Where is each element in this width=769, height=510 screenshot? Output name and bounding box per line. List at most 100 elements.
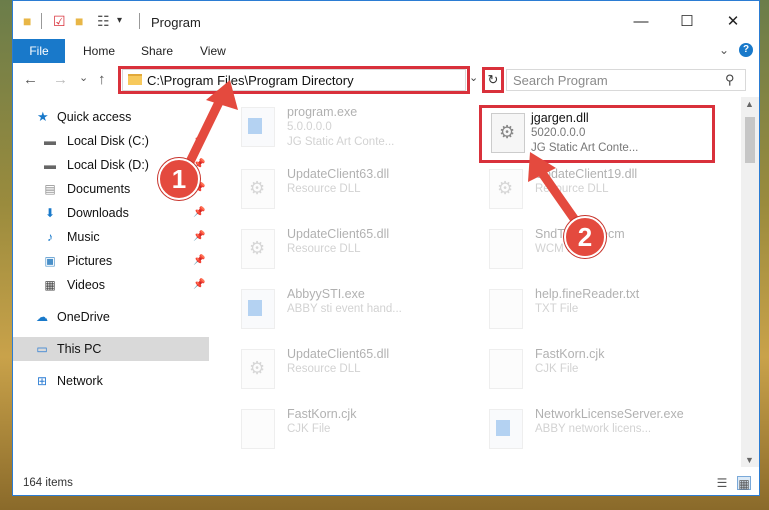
navigation-pane: ★ Quick access ▬ Local Disk (C:) 📌 ▬ Loc… [13,97,209,467]
expand-ribbon-icon[interactable]: ⌄ [719,43,729,57]
pin-icon[interactable]: 📌 [193,207,205,218]
chevron-down-icon[interactable]: ▾ [117,13,122,29]
new-folder-icon[interactable]: ■ [75,13,83,29]
file-name: NetworkLicenseServer.exe [535,407,684,421]
file-detail: 5.0.0.0.0 [287,121,332,133]
list-item[interactable]: UpdateClient19.dll Resource DLL [479,163,719,215]
search-icon[interactable]: ⚲ [725,72,735,88]
help-icon[interactable]: ? [739,43,753,57]
list-item[interactable]: FastKorn.cjk CJK File [479,343,719,395]
file-name: UpdateClient65.dll [287,227,390,241]
file-detail: CJK File [287,423,331,435]
pictures-icon: ▣ [44,254,56,268]
blank-file-icon [241,409,275,449]
search-box[interactable]: ⚲ [506,69,746,91]
search-input[interactable] [513,72,713,88]
chevron-down-icon[interactable]: ⌄ [469,71,478,84]
file-detail: Resource DLL [287,243,361,255]
list-item[interactable]: NetworkLicenseServer.exe ABBY network li… [479,403,719,455]
sidebar-item-label: Local Disk (C:) [67,134,149,148]
file-detail: CJK File [535,363,579,375]
recent-locations-button[interactable]: ⌄ [79,71,88,84]
file-name: program.exe [287,105,358,119]
network-icon: ⊞ [36,374,48,388]
music-icon: ♪ [47,230,53,244]
tab-home[interactable]: Home [83,39,115,63]
scroll-thumb[interactable] [745,117,755,163]
large-icons-view-icon[interactable]: ▦ [737,476,751,491]
onedrive-icon: ☁ [36,310,48,324]
close-button[interactable]: ✕ [713,9,753,35]
sidebar-item-label: This PC [57,342,102,356]
list-item[interactable]: UpdateClient65.dll Resource DLL [231,343,471,395]
properties-icon[interactable]: ☑ [53,13,66,29]
address-highlight-box [118,66,470,94]
minimize-button[interactable]: — [621,9,661,35]
file-name: UpdateClient19.dll [535,167,638,181]
blank-file-icon [489,349,523,389]
pin-icon[interactable]: 📌 [193,279,205,290]
scroll-up-icon[interactable]: ▲ [745,99,754,109]
exe-icon [241,107,275,147]
tab-share[interactable]: Share [141,39,173,63]
title-bar: ■ ☑ ■ ☷ ▾ Program — ☐ ✕ [13,1,759,39]
sidebar-item-label: Music [67,230,100,244]
pc-icon: ▭ [36,342,48,356]
tab-file[interactable]: File [13,39,65,63]
file-name: UpdateClient63.dll [287,167,390,181]
pin-icon[interactable]: 📌 [193,255,205,266]
list-item[interactable]: UpdateClient63.dll Resource DLL [231,163,471,215]
list-item[interactable]: AbbyySTI.exe ABBY sti event hand... [231,283,471,335]
file-detail: ABBY network licens... [535,423,652,435]
pin-icon[interactable]: 📌 [193,231,205,242]
scroll-down-icon[interactable]: ▼ [745,455,754,465]
refresh-button[interactable]: ↻ [482,67,504,93]
list-item[interactable]: FastKorn.cjk CJK File [231,403,471,455]
list-item[interactable]: program.exe 5.0.0.0.0 JG Static Art Cont… [231,101,471,153]
step-badge-1: 1 [158,158,200,200]
sidebar-item-pictures[interactable]: ▣ Pictures 📌 [13,249,209,273]
ribbon: File Home Share View ⌄ ? [13,39,759,64]
file-detail: Resource DLL [535,183,609,195]
sidebar-item-local-disk-c[interactable]: ▬ Local Disk (C:) 📌 [13,129,209,153]
sidebar-item-videos[interactable]: ▦ Videos 📌 [13,273,209,297]
gear-file-icon [241,229,275,269]
sidebar-item-label: OneDrive [57,310,110,324]
list-item[interactable]: help.fineReader.txt TXT File [479,283,719,335]
details-view-icon[interactable]: ☰ [715,476,729,490]
sidebar-item-label: Documents [67,182,131,196]
file-highlight-box [479,105,715,163]
customize-quick-access-icon[interactable]: ☷ [97,13,110,29]
sidebar-item-onedrive[interactable]: ☁ OneDrive [13,305,209,329]
tab-view[interactable]: View [200,39,226,63]
maximize-button[interactable]: ☐ [667,9,707,35]
file-name: FastKorn.cjk [287,407,357,421]
sidebar-item-quick-access[interactable]: ★ Quick access [13,105,209,129]
list-item[interactable]: UpdateClient65.dll Resource DLL [231,223,471,275]
sidebar-item-label: Quick access [57,110,132,124]
pin-icon[interactable]: 📌 [193,135,205,146]
file-detail: Resource DLL [287,363,361,375]
back-button[interactable]: ← [23,71,38,88]
blank-file-icon [489,229,523,269]
videos-icon: ▦ [44,278,56,292]
file-detail: TXT File [535,303,579,315]
sidebar-item-downloads[interactable]: ⬇ Downloads 📌 [13,201,209,225]
step-badge-2: 2 [564,216,606,258]
sidebar-item-label: Videos [67,278,105,292]
sidebar-item-music[interactable]: ♪ Music 📌 [13,225,209,249]
forward-button[interactable]: → [53,71,68,88]
exe-icon [241,289,275,329]
sidebar-item-label: Local Disk (D:) [67,158,149,172]
item-count: 164 items [23,477,73,489]
sidebar-item-network[interactable]: ⊞ Network [13,369,209,393]
folder-icon[interactable]: ■ [23,13,31,29]
gear-file-icon [241,169,275,209]
up-button[interactable]: ↑ [98,71,106,88]
vertical-scrollbar[interactable]: ▲ ▼ [741,97,759,467]
divider [139,13,140,29]
file-detail: JG Static Art Conte... [287,136,395,148]
file-name: AbbyySTI.exe [287,287,365,301]
exe-icon [489,409,523,449]
sidebar-item-this-pc[interactable]: ▭ This PC [13,337,209,361]
